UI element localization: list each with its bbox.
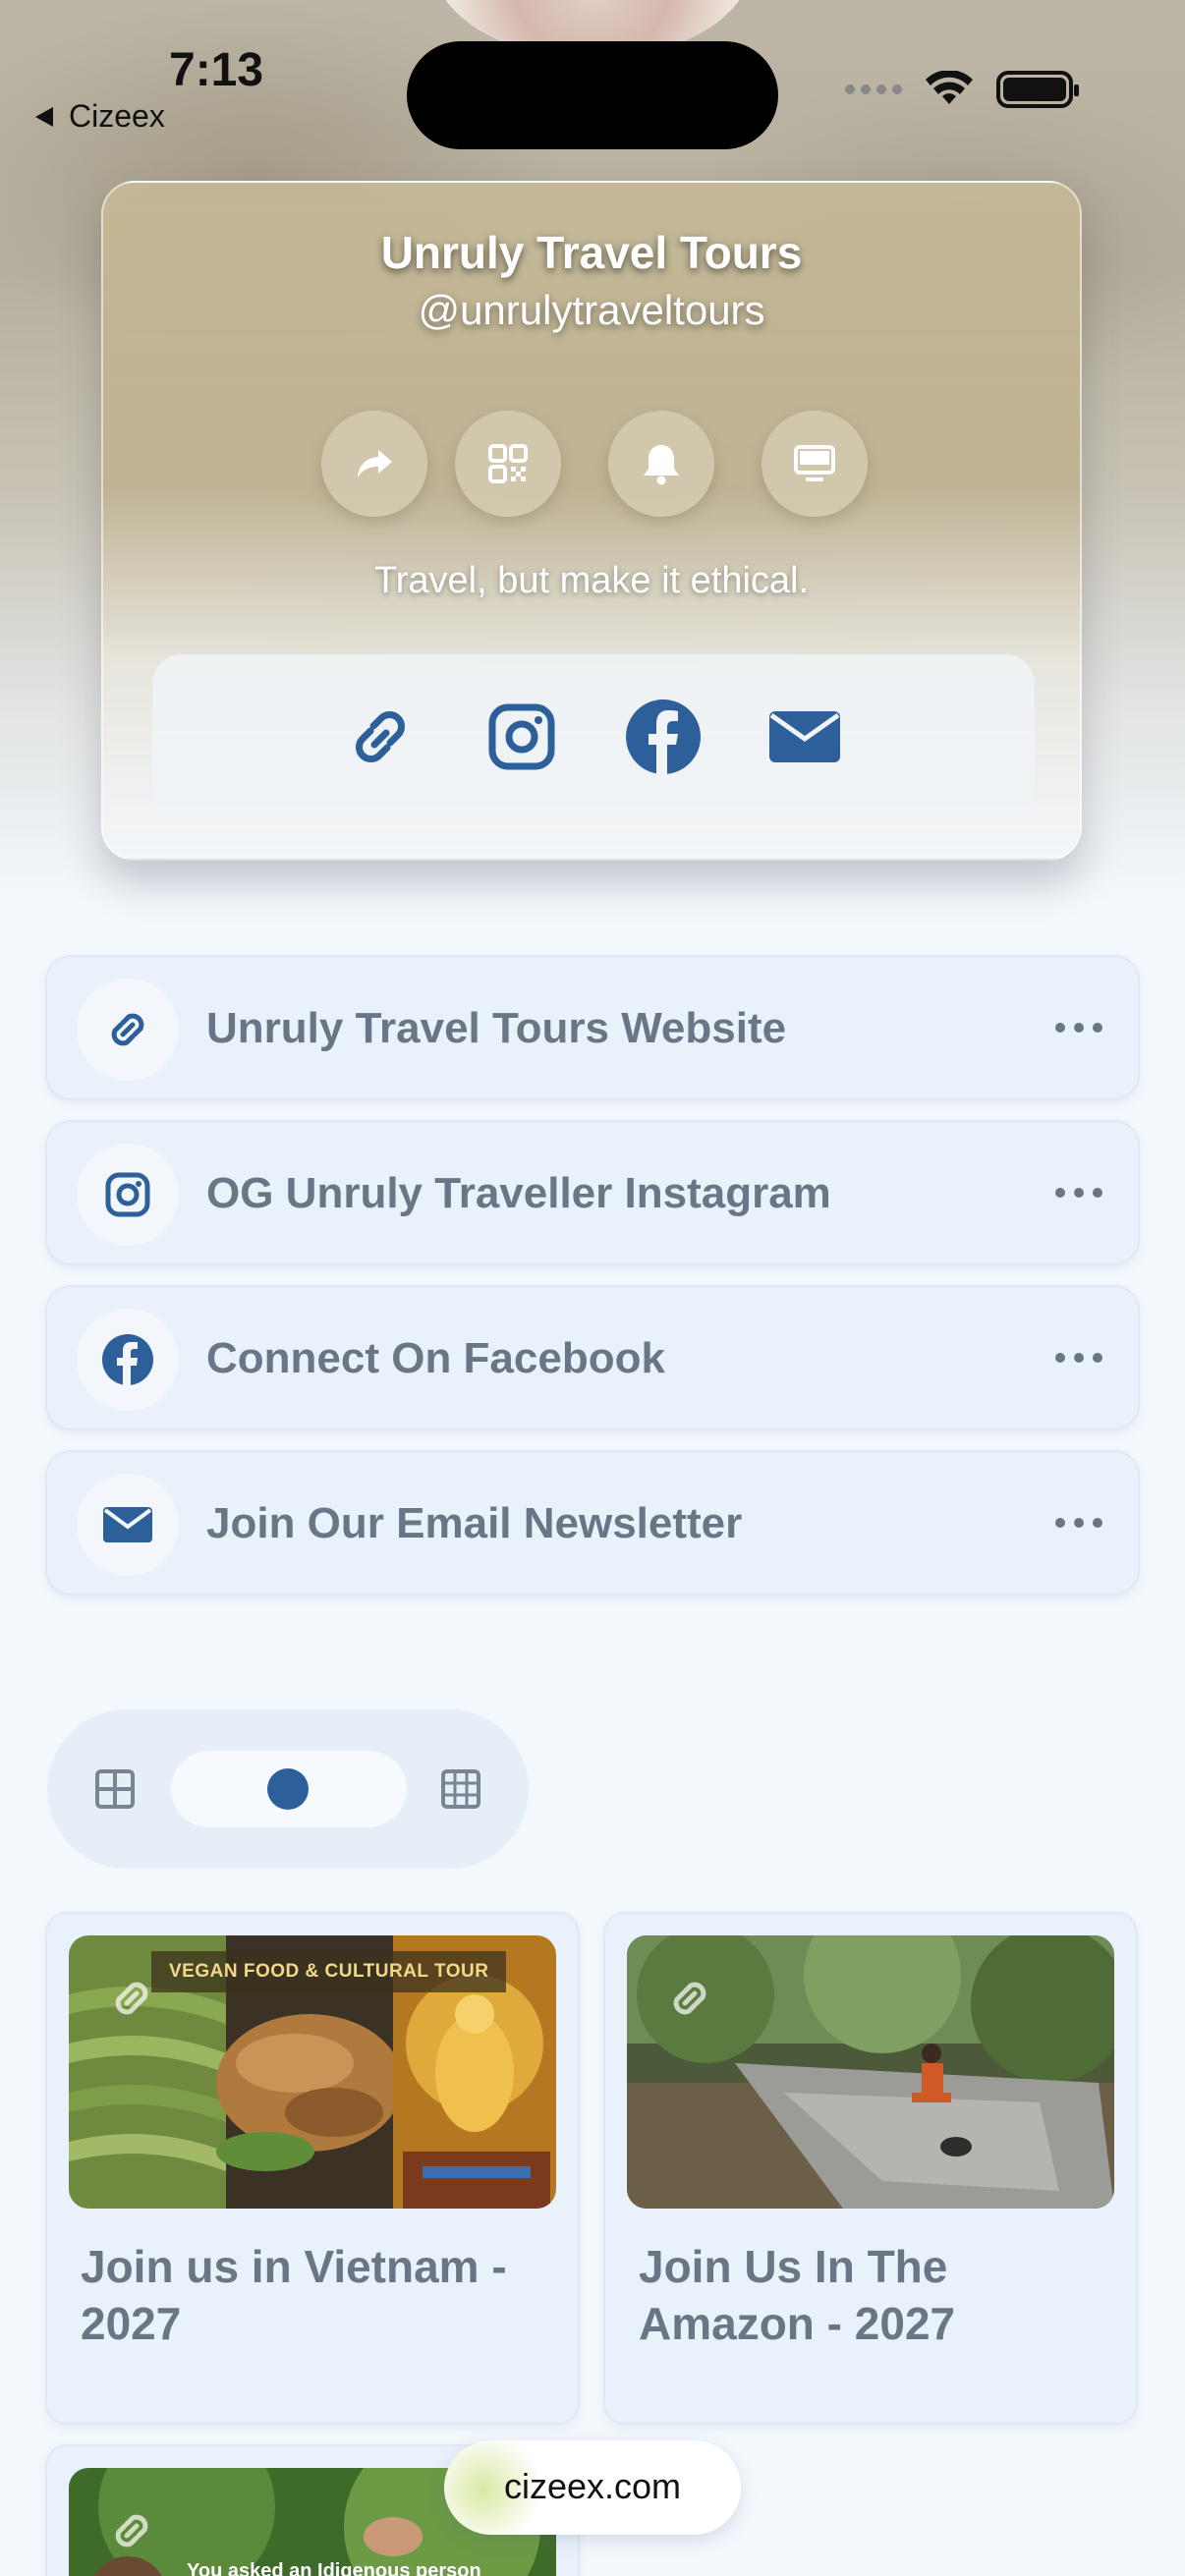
back-to-app-link[interactable]: Cizeex <box>35 98 165 135</box>
link-icon <box>115 1982 148 2015</box>
social-website-link[interactable] <box>335 692 425 782</box>
link-label: OG Unruly Traveller Instagram <box>206 1169 831 1217</box>
card-title: Join us in Vietnam - 2027 <box>81 2241 507 2349</box>
facebook-icon <box>626 700 701 774</box>
share-icon <box>358 450 392 477</box>
status-indicators <box>845 71 1079 108</box>
link-facebook[interactable]: Connect On Facebook <box>45 1285 1140 1430</box>
toggle-track[interactable] <box>171 1751 407 1827</box>
back-app-label: Cizeex <box>69 98 165 134</box>
link-icon-wrap <box>77 1474 179 1576</box>
profile-bio: Travel, but make it ethical. <box>373 560 810 601</box>
link-website[interactable]: Unruly Travel Tours Website <box>45 955 1140 1100</box>
bell-icon <box>644 445 679 485</box>
instagram-icon <box>105 1172 150 1217</box>
domain-label: cizeex.com <box>503 2466 682 2506</box>
link-newsletter[interactable]: Join Our Email Newsletter <box>45 1450 1140 1596</box>
link-icon <box>356 711 405 762</box>
status-time: 7:13 <box>169 44 264 96</box>
facebook-icon <box>102 1334 153 1385</box>
grid-2x2-icon[interactable] <box>94 1768 136 1810</box>
grid-3x3-icon[interactable] <box>440 1768 481 1810</box>
profile-card: Unruly Travel Tours @unrulytraveltours T… <box>101 181 1082 861</box>
card-amazon[interactable]: Join Us In The Amazon - 2027 <box>603 1912 1138 2425</box>
link-icon-wrap <box>77 1144 179 1246</box>
link-label: Connect On Facebook <box>206 1334 665 1382</box>
card-image: VEGAN FOOD & CULTURAL TOUR <box>69 1935 556 2209</box>
notify-button[interactable] <box>608 411 714 517</box>
toggle-knob[interactable] <box>267 1768 309 1810</box>
envelope-icon <box>103 1507 152 1542</box>
social-email-link[interactable] <box>760 692 850 782</box>
link-icon <box>111 1013 144 1046</box>
battery-icon <box>996 71 1079 108</box>
envelope-icon <box>769 711 840 762</box>
social-facebook-link[interactable] <box>618 692 708 782</box>
display-button[interactable] <box>762 411 868 517</box>
card-image <box>627 1935 1114 2209</box>
social-instagram-link[interactable] <box>477 692 567 782</box>
share-button[interactable] <box>321 411 427 517</box>
qr-code-icon <box>488 444 528 483</box>
domain-pill[interactable]: cizeex.com <box>444 2440 741 2535</box>
link-instagram[interactable]: OG Unruly Traveller Instagram <box>45 1120 1140 1265</box>
link-icon <box>115 2514 148 2548</box>
link-label: Unruly Travel Tours Website <box>206 1004 787 1052</box>
view-toggle[interactable] <box>47 1709 529 1869</box>
card-title: Join Us In The Amazon - 2027 <box>639 2241 956 2349</box>
monitor-icon <box>794 445 835 481</box>
back-triangle-icon <box>35 106 53 127</box>
wifi-icon <box>926 71 973 104</box>
image-caption: You asked an Idigenous person <box>187 2560 481 2576</box>
more-options-icon[interactable] <box>1049 1173 1108 1212</box>
qr-code-button[interactable] <box>455 411 561 517</box>
more-options-icon[interactable] <box>1049 1503 1108 1542</box>
signal-dots-icon <box>845 84 902 94</box>
more-options-icon[interactable] <box>1049 1008 1108 1047</box>
card-vietnam[interactable]: VEGAN FOOD & CULTURAL TOUR Join us in Vi… <box>45 1912 580 2425</box>
link-icon <box>673 1982 706 2015</box>
link-label: Join Our Email Newsletter <box>206 1499 743 1547</box>
profile-handle: @unrulytraveltours <box>418 287 765 333</box>
more-options-icon[interactable] <box>1049 1338 1108 1377</box>
social-links-panel <box>152 654 1035 821</box>
link-icon-wrap <box>77 1309 179 1411</box>
profile-name: Unruly Travel Tours <box>380 227 803 278</box>
dynamic-island <box>407 41 778 149</box>
link-icon-wrap <box>77 979 179 1081</box>
instagram-icon <box>488 703 555 770</box>
card-banner: VEGAN FOOD & CULTURAL TOUR <box>151 1951 507 1992</box>
